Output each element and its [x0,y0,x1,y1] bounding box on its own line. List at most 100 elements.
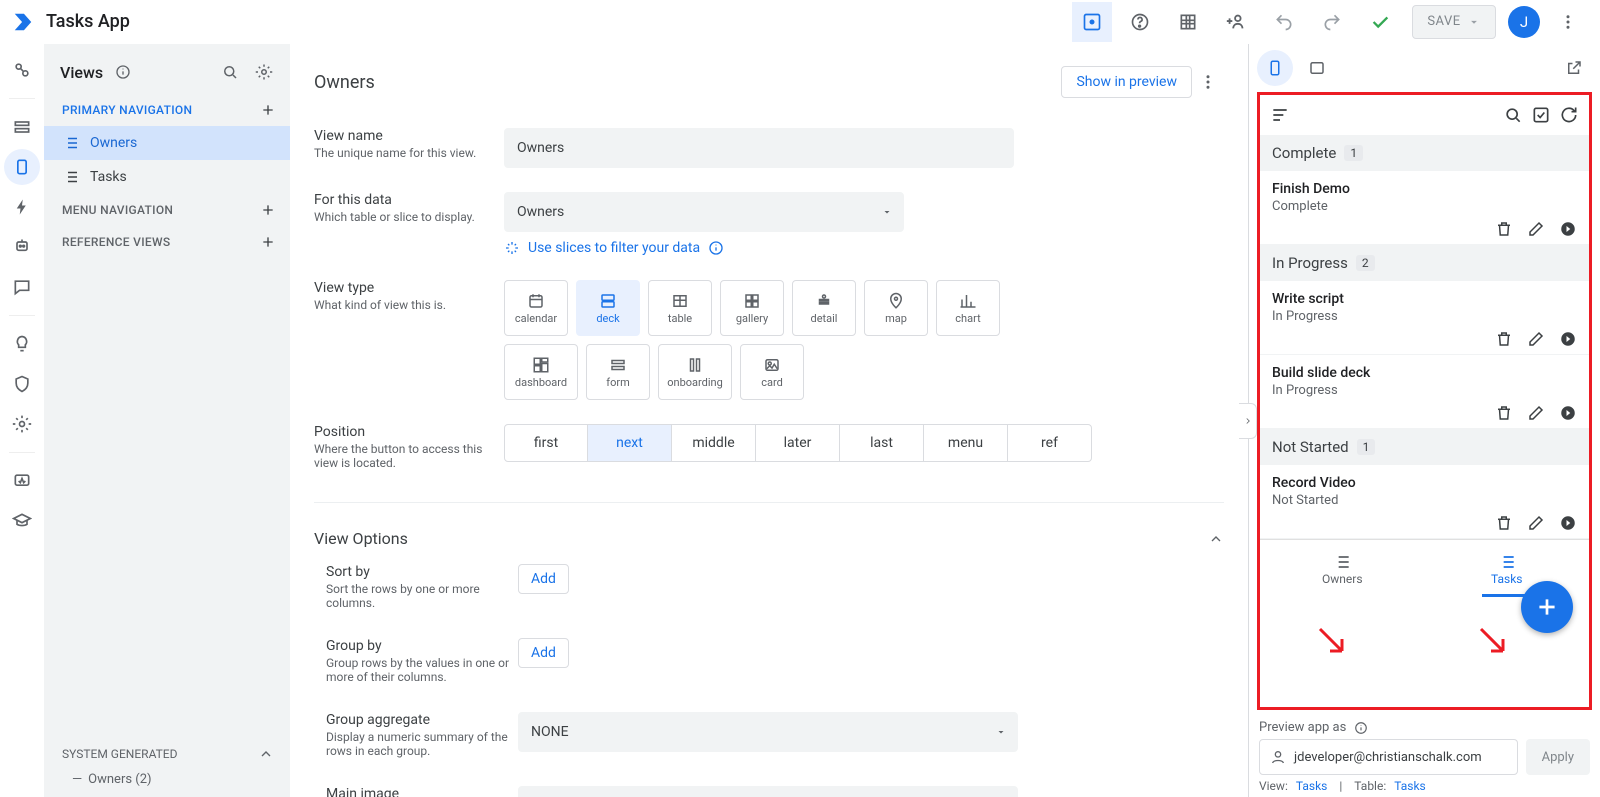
rail-learn-icon[interactable] [4,503,40,539]
footer-view-link[interactable]: Tasks [1296,779,1328,793]
sidebar-item-owners[interactable]: Owners [44,126,290,160]
viewtype-card[interactable]: card [740,344,804,400]
add-primary-view-icon[interactable] [260,102,276,118]
user-icon [1270,749,1286,765]
add-group-button[interactable]: Add [518,638,569,668]
open-icon[interactable] [1559,220,1577,238]
group-aggregate-select[interactable]: NONE [518,712,1018,752]
position-later[interactable]: later [756,424,840,462]
info-icon[interactable] [1354,721,1368,735]
expand-preview-handle[interactable] [1239,403,1257,439]
open-icon[interactable] [1559,404,1577,422]
edit-icon[interactable] [1527,220,1545,238]
device-phone-icon[interactable] [1257,50,1293,86]
search-icon[interactable] [1503,105,1523,125]
position-menu[interactable]: menu [924,424,1008,462]
system-generated-child[interactable]: —Owners (2) [44,768,290,797]
viewtype-map[interactable]: map [864,280,928,336]
phone-card[interactable]: Record Video Not Started [1260,465,1589,539]
avatar[interactable]: J [1508,6,1540,38]
delete-icon[interactable] [1495,220,1513,238]
delete-icon[interactable] [1495,404,1513,422]
help-icon[interactable] [1120,2,1160,42]
rail-views-icon[interactable] [4,149,40,185]
rail-security-icon[interactable] [4,366,40,402]
rail-intelligence-icon[interactable] [4,326,40,362]
position-ref[interactable]: ref [1008,424,1092,462]
sidebar-item-label: Tasks [90,169,127,185]
for-data-select[interactable]: Owners [504,192,904,232]
position-middle[interactable]: middle [672,424,756,462]
rail-manage-icon[interactable] [4,463,40,499]
rail-divider [9,98,35,99]
grid-icon[interactable] [1168,2,1208,42]
rail-actions-icon[interactable] [4,189,40,225]
edit-icon[interactable] [1527,330,1545,348]
nav-tab-owners[interactable]: Owners [1260,540,1425,597]
label-position: Position Where the button to access this… [314,424,504,470]
open-icon[interactable] [1559,330,1577,348]
position-last[interactable]: last [840,424,924,462]
open-external-icon[interactable] [1556,50,1592,86]
viewtype-table[interactable]: table [648,280,712,336]
viewtype-detail[interactable]: detail [792,280,856,336]
open-icon[interactable] [1559,514,1577,532]
viewtype-onboarding[interactable]: onboarding [658,344,732,400]
sidebar-item-tasks[interactable]: Tasks [44,160,290,194]
refresh-icon[interactable] [1559,105,1579,125]
rail-home-icon[interactable] [4,52,40,88]
search-icon[interactable] [216,58,244,86]
section-title: Not Started [1272,438,1349,456]
preview-user-select[interactable]: jdeveloper@christianschalk.com [1259,739,1518,775]
rail-data-icon[interactable] [4,109,40,145]
view-name-input[interactable]: Owners [504,128,1014,168]
info-icon [708,240,724,256]
more-icon[interactable] [1192,62,1224,102]
undo-icon[interactable] [1264,2,1304,42]
add-user-icon[interactable] [1216,2,1256,42]
show-in-preview-button[interactable]: Show in preview [1061,66,1192,98]
viewtype-gallery[interactable]: gallery [720,280,784,336]
gear-icon[interactable] [250,58,278,86]
viewtype-chart[interactable]: chart [936,280,1000,336]
preview-toggle-icon[interactable] [1072,2,1112,42]
redo-icon[interactable] [1312,2,1352,42]
viewtype-deck[interactable]: deck [576,280,640,336]
view-options-section[interactable]: View Options [314,523,1224,554]
edit-icon[interactable] [1527,514,1545,532]
viewtype-calendar[interactable]: calendar [504,280,568,336]
section-count: 1 [1357,439,1376,455]
section-system-generated[interactable]: SYSTEM GENERATED [44,734,290,768]
main-image-select[interactable] [518,786,1018,797]
add-menu-view-icon[interactable] [260,202,276,218]
device-tablet-icon[interactable] [1299,50,1335,86]
edit-icon[interactable] [1527,404,1545,422]
viewtype-dashboard[interactable]: dashboard [504,344,578,400]
check-icon[interactable] [1360,2,1400,42]
preview-user-value: jdeveloper@christianschalk.com [1294,750,1482,765]
add-ref-view-icon[interactable] [260,234,276,250]
phone-card[interactable]: Build slide deck In Progress [1260,355,1589,429]
phone-card[interactable]: Finish Demo Complete [1260,171,1589,245]
checkbox-icon[interactable] [1531,105,1551,125]
position-first[interactable]: first [504,424,588,462]
tab-label: Tasks [1491,572,1523,586]
rail-automation-icon[interactable] [4,229,40,265]
delete-icon[interactable] [1495,330,1513,348]
delete-icon[interactable] [1495,514,1513,532]
viewtype-form[interactable]: form [586,344,650,400]
phone-card[interactable]: Write script In Progress [1260,281,1589,355]
rail-divider [9,452,35,453]
use-slices-hint[interactable]: Use slices to filter your data [504,240,1204,256]
chevron-down-icon [881,206,893,218]
nav-tab-tasks[interactable]: Tasks [1425,540,1590,597]
menu-icon[interactable] [1270,105,1290,125]
rail-settings-icon[interactable] [4,406,40,442]
more-icon[interactable] [1548,2,1588,42]
rail-chat-icon[interactable] [4,269,40,305]
app-title: Tasks App [46,11,130,32]
footer-table-link[interactable]: Tasks [1394,779,1426,793]
info-icon[interactable] [109,58,137,86]
add-sort-button[interactable]: Add [518,564,569,594]
position-next[interactable]: next [588,424,672,462]
